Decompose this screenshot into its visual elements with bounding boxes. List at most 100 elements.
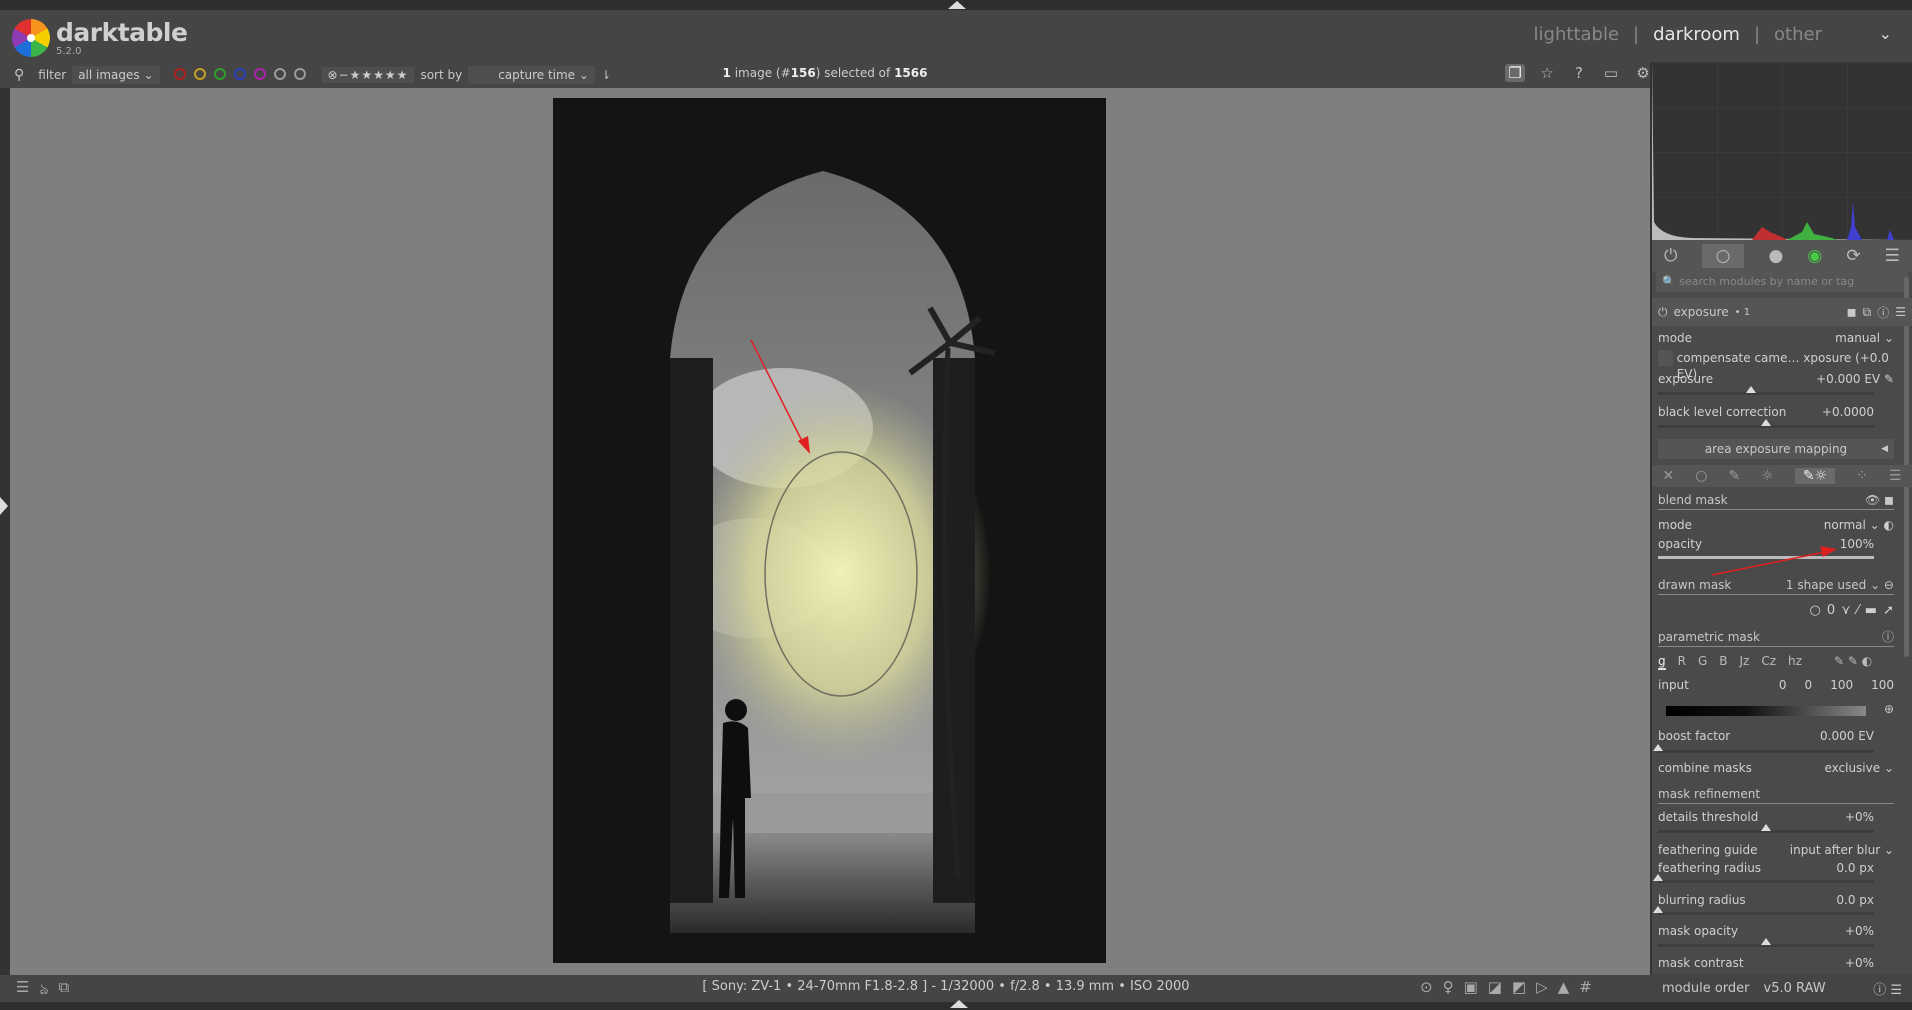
bottom-panel-toggle[interactable] [0,1000,1912,1010]
module-search-input[interactable]: 🔍 search modules by name or tag [1656,272,1908,292]
group-base-icon[interactable]: ○ [1701,244,1745,268]
help-icon[interactable]: ? [1569,64,1589,82]
channel-tab-hz[interactable]: hz [1788,654,1802,670]
blend-raster-icon[interactable]: ⁘ [1856,468,1868,484]
power-icon[interactable]: ⏻ [1664,246,1677,266]
mode-row[interactable]: mode manual ⌄ [1658,330,1894,346]
info-icon[interactable]: ⓘ [1882,629,1894,645]
black-level-slider[interactable]: black level correction +0.0000 [1658,404,1894,420]
edit-shapes-icon[interactable]: ➚ [1883,603,1894,619]
ellipse-shape-icon[interactable]: 0 [1827,603,1835,619]
circle-shape-icon[interactable]: ○ [1809,603,1820,619]
edited-photo[interactable] [553,98,1106,963]
slider-marker[interactable] [1761,419,1771,426]
module-power-icon[interactable]: ⏻ [1658,305,1668,320]
info-icon[interactable]: ⓘ ☰ [1873,979,1902,998]
blurring-track[interactable] [1653,906,1874,915]
collapse-top-arrow-icon[interactable] [948,1,966,9]
grouping-icon[interactable]: ❐ [1505,64,1525,82]
mask-opacity-slider[interactable]: mask opacity +0% [1658,923,1894,939]
input-row: input 0 0 100 100 [1658,678,1894,692]
boost-factor-slider[interactable]: boost factor 0.000 EV [1658,728,1894,744]
top-panel-toggle[interactable] [0,0,1912,10]
drawn-mask-row[interactable]: drawn mask 1 shape used ⌄ ⊖ [1658,577,1894,595]
channel-tab-G[interactable]: G [1698,654,1707,670]
feathering-track[interactable] [1653,874,1874,883]
star-icon[interactable]: ☆ [1537,64,1557,82]
compensate-checkbox-row[interactable]: compensate came… xposure (+0.0 EV) [1658,350,1894,381]
gradient-shape-icon[interactable]: ▬ [1865,603,1877,619]
exposure-slider[interactable]: exposure +0.000 EV ✎ [1658,371,1894,387]
channel-tab-Jz[interactable]: Jz [1740,654,1750,670]
mask-indicator-icon[interactable]: ◼ [1847,305,1857,319]
expand-left-panel-icon[interactable] [0,497,8,515]
bulb-icon[interactable]: ♀ [1443,978,1454,996]
details-track[interactable] [1658,824,1874,833]
blurring-radius-slider[interactable]: blurring radius 0.0 px [1658,892,1894,908]
histogram[interactable] [1652,62,1912,240]
eye-icon[interactable]: 👁 ◼ [1865,492,1894,508]
blend-parametric-icon[interactable]: ☼ [1761,468,1774,484]
exposure-track[interactable] [1658,386,1874,395]
view-other[interactable]: other [1774,24,1822,45]
blend-off-icon[interactable]: ✕ [1663,468,1675,484]
warning-icon[interactable]: ▲ [1558,978,1570,996]
softproof-icon[interactable]: ◩ [1512,978,1526,996]
groups-menu-icon[interactable]: ☰ [1885,246,1900,266]
channel-tab-B[interactable]: B [1719,654,1727,670]
channel-tab-R[interactable]: R [1678,654,1686,670]
raw-overexposed-icon[interactable]: ▣ [1464,978,1478,996]
input-gradient-slider[interactable] [1666,706,1866,716]
feathering-radius-slider[interactable]: feathering radius 0.0 px [1658,860,1894,876]
blend-uniform-icon[interactable]: ○ [1695,468,1707,484]
reset-icon[interactable]: ⓘ [1877,304,1889,321]
slider-marker[interactable] [1653,906,1663,913]
slider-marker[interactable] [1653,874,1663,881]
module-order-label: module order [1662,980,1750,996]
picker-icons[interactable]: ✎ ✎ ◐ [1834,654,1872,670]
slider-marker[interactable] [1761,938,1771,945]
histogram-green [1787,222,1837,240]
slider-marker[interactable] [1745,386,1756,393]
opacity-track[interactable] [1658,556,1874,559]
collapse-bottom-arrow-icon[interactable] [950,1000,968,1008]
gamut-check-icon[interactable]: ▷ [1536,978,1548,996]
feathering-guide-row[interactable]: feathering guide input after blur ⌄ [1658,842,1894,858]
view-lighttable[interactable]: lighttable [1534,24,1619,45]
blend-drawn-parametric-icon[interactable]: ✎☼ [1794,468,1836,484]
eyedropper-icon[interactable]: ✎ [1884,372,1894,386]
slider-marker[interactable] [1653,744,1663,751]
presets-menu-icon[interactable]: ☰ [1895,305,1906,319]
focus-peaking-icon[interactable]: ⊙ [1420,978,1433,996]
gear-icon[interactable]: ⚙ [1633,64,1653,82]
channel-tab-Cz[interactable]: Cz [1761,654,1776,670]
details-threshold-slider[interactable]: details threshold +0% [1658,809,1894,825]
path-shape-icon[interactable]: ⋎ [1841,603,1851,619]
guides-icon[interactable]: # [1579,978,1592,996]
group-color-icon[interactable]: ◉ [1807,246,1822,266]
add-icon[interactable]: ⊕ [1884,702,1894,716]
drawn-mask-value[interactable]: 1 shape used [1786,578,1866,592]
shortcuts-icon[interactable]: ▭ [1601,64,1621,82]
clipping-icon[interactable]: ◪ [1488,978,1502,996]
mask-opacity-track[interactable] [1658,938,1874,947]
compensate-checkbox[interactable] [1658,350,1673,366]
area-exposure-mapping-section[interactable]: area exposure mapping ◀ [1658,439,1894,459]
blend-mode-row[interactable]: mode normal ⌄ ◐ [1658,517,1894,533]
view-darkroom[interactable]: darkroom [1653,24,1740,45]
exposure-module-header[interactable]: ⏻ exposure • 1 ◼ ⧉ ⓘ ☰ [1652,298,1912,326]
multi-instance-icon[interactable]: ⧉ [1863,305,1872,320]
brush-shape-icon[interactable]: ⁄ [1857,603,1859,619]
opacity-slider[interactable]: opacity 100% [1658,536,1894,552]
combine-masks-row[interactable]: combine masks exclusive ⌄ [1658,760,1894,776]
group-tone-icon[interactable]: ● [1768,246,1783,266]
chevron-down-icon[interactable]: ⌄ [1879,24,1892,43]
slider-marker[interactable] [1761,824,1771,831]
black-level-track[interactable] [1658,419,1874,428]
boost-track[interactable] [1653,744,1874,753]
channel-tab-g[interactable]: g [1658,654,1666,670]
mask-contrast-slider[interactable]: mask contrast +0% [1658,955,1894,971]
blend-drawn-icon[interactable]: ✎ [1728,468,1740,484]
blend-menu-icon[interactable]: ☰ [1889,468,1902,484]
group-correct-icon[interactable]: ⟳ [1846,246,1860,266]
